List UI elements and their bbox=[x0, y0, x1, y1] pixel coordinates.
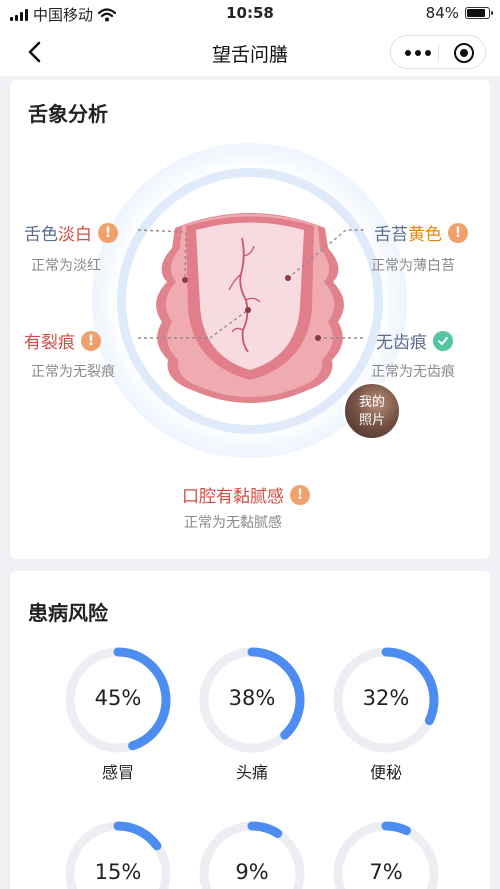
gauge-label: 便秘 bbox=[369, 763, 402, 782]
more-icon[interactable] bbox=[405, 50, 431, 56]
coating-note: 正常为薄白苔 bbox=[371, 258, 455, 274]
close-target-icon[interactable] bbox=[454, 43, 474, 63]
gauge-label: 感冒 bbox=[101, 763, 134, 782]
gauge-percent: 9% bbox=[235, 860, 269, 884]
my-photo-thumbnail[interactable]: 我的照片 bbox=[343, 382, 401, 440]
mouth-note: 正常为无黏腻感 bbox=[184, 515, 282, 531]
battery-icon bbox=[465, 7, 493, 19]
gauge-percent: 38% bbox=[228, 686, 276, 710]
status-right: 84% bbox=[425, 4, 493, 22]
risk-gauge: 32% 便秘 bbox=[331, 645, 441, 782]
cracks-note: 正常为无裂痕 bbox=[31, 364, 115, 380]
cracks-label[interactable]: 有裂痕 ! bbox=[24, 328, 101, 353]
risk-section-title: 患病风险 bbox=[28, 601, 108, 625]
nav-bar: 望舌问膳 bbox=[0, 28, 500, 76]
gauge-percent: 15% bbox=[94, 860, 142, 884]
risk-gauge: 38% 头痛 bbox=[197, 645, 307, 782]
mouth-label[interactable]: 口腔有黏腻感 ! bbox=[182, 482, 310, 507]
coating-value: 黄色 bbox=[408, 225, 442, 245]
capsule-divider bbox=[438, 44, 439, 62]
tongue-color-value: 淡白 bbox=[58, 225, 92, 245]
warning-icon: ! bbox=[448, 222, 468, 243]
mouth-value: 口腔有黏腻感 bbox=[182, 487, 284, 507]
risk-gauge: 15% bbox=[63, 819, 173, 889]
coating-prefix: 舌苔 bbox=[374, 225, 408, 245]
teeth-marks-note: 正常为无齿痕 bbox=[371, 364, 455, 380]
teeth-marks-value: 无齿痕 bbox=[376, 333, 427, 353]
gauge-percent: 45% bbox=[94, 686, 142, 710]
status-bar: 中国移动 10:58 84% bbox=[0, 0, 500, 28]
warning-icon: ! bbox=[98, 222, 118, 243]
tongue-color-label[interactable]: 舌色 淡白 ! bbox=[24, 220, 118, 245]
risk-gauge: 45% 感冒 bbox=[63, 645, 173, 782]
teeth-marks-label[interactable]: 无齿痕 bbox=[376, 328, 453, 353]
mini-program-capsule bbox=[390, 35, 486, 69]
gauge-percent: 32% bbox=[362, 686, 410, 710]
disease-risk-card: 患病风险 45% 感冒 38% 头痛 32% 便秘 15% 9% 7% bbox=[10, 571, 490, 889]
tongue-color-prefix: 舌色 bbox=[24, 225, 58, 245]
tongue-color-note: 正常为淡红 bbox=[31, 258, 101, 274]
gauge-label: 头痛 bbox=[235, 763, 268, 782]
warning-icon: ! bbox=[81, 330, 101, 351]
battery-percent: 84% bbox=[425, 4, 459, 22]
coating-label[interactable]: 舌苔 黄色 ! bbox=[374, 220, 468, 245]
photo-label: 我的照片 bbox=[358, 395, 385, 428]
risk-gauge: 7% bbox=[331, 819, 441, 889]
risk-gauge: 9% bbox=[197, 819, 307, 889]
warning-icon: ! bbox=[290, 484, 310, 505]
cracks-value: 有裂痕 bbox=[24, 333, 75, 353]
check-icon bbox=[433, 330, 453, 351]
gauge-percent: 7% bbox=[369, 860, 403, 884]
tongue-analysis-card: 舌象分析 舌色 淡白 ! 正常为淡红 舌苔 黄色 ! 正常为薄白苔 有裂痕 ! 正常… bbox=[10, 80, 490, 559]
